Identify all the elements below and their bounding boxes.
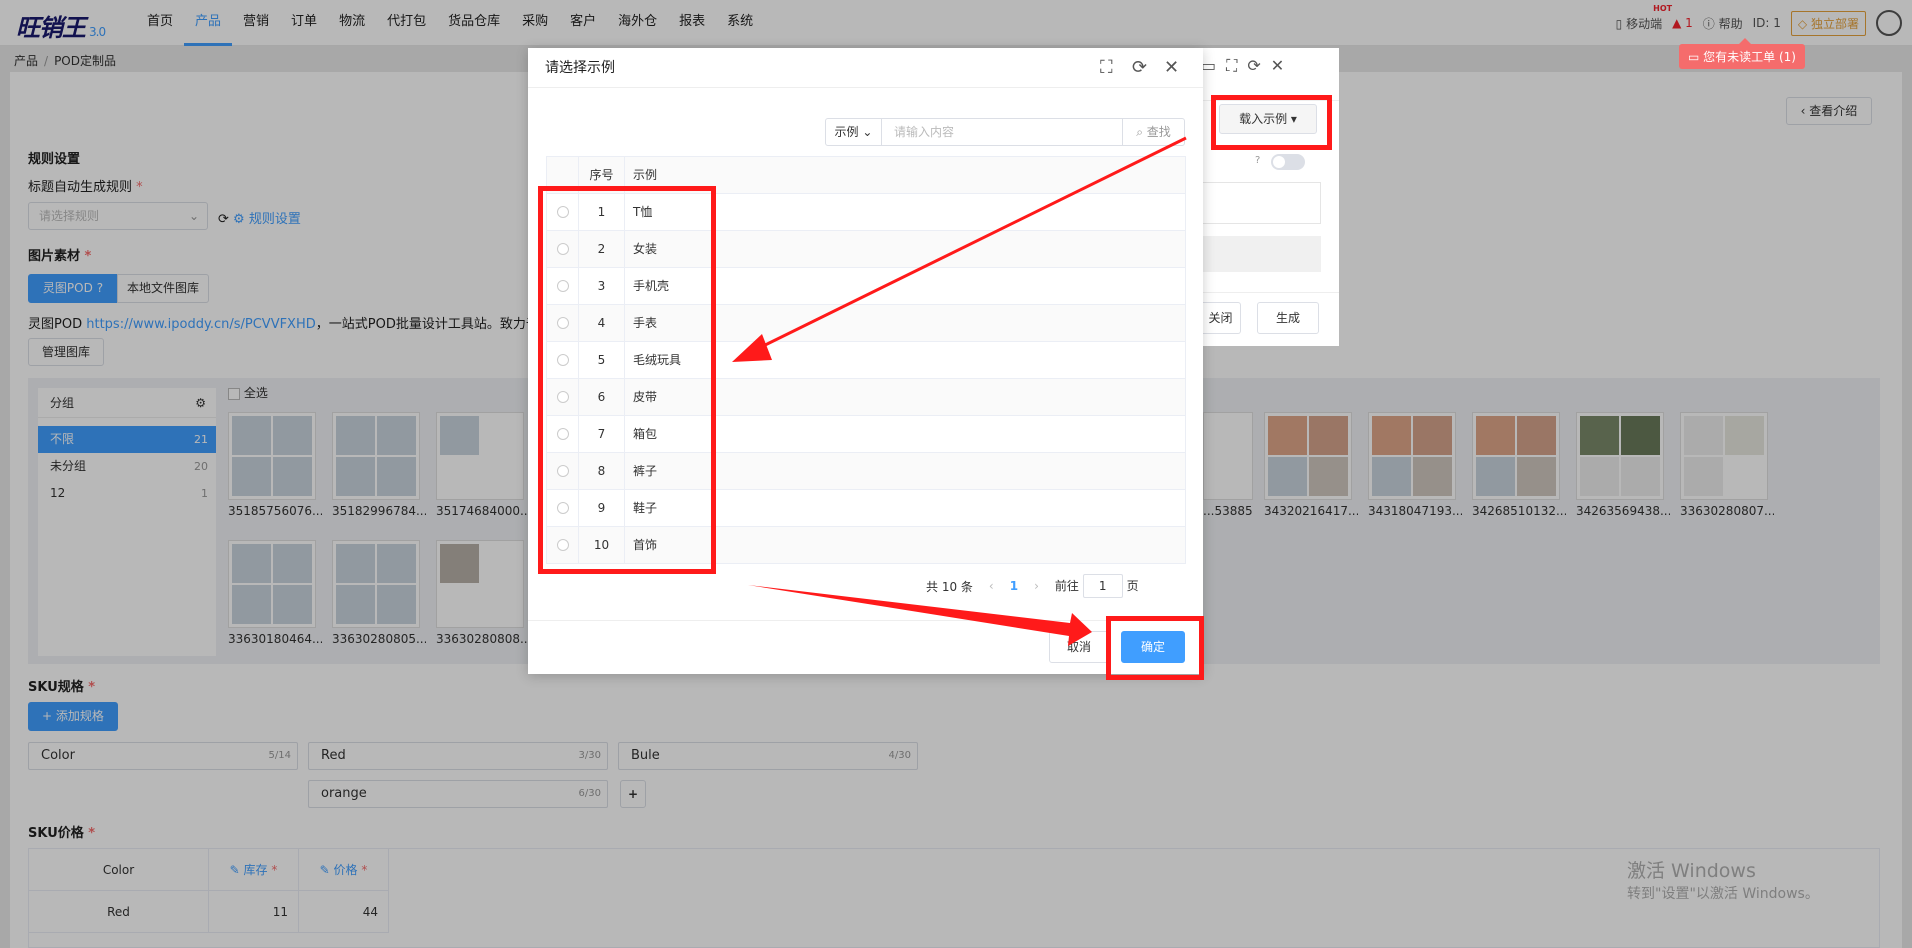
- toggle-knob: [1273, 156, 1285, 168]
- search-icon: ⌕: [1136, 125, 1143, 139]
- close-button[interactable]: 关闭: [1201, 302, 1241, 334]
- total-count: 共 10 条: [926, 579, 973, 594]
- info-bar: [1195, 236, 1321, 272]
- toggle-switch[interactable]: [1271, 154, 1305, 170]
- divider: [1195, 292, 1339, 293]
- search-bar: 示例 ⌄ 请输入内容 ⌕ 查找: [825, 118, 1185, 146]
- close-icon[interactable]: ✕: [1271, 56, 1294, 75]
- refresh-icon[interactable]: ⟳: [1132, 48, 1147, 88]
- chevron-down-icon: ⌄: [862, 125, 873, 139]
- search-type-value: 示例: [834, 125, 859, 139]
- annotation-box-confirm: [1106, 616, 1204, 680]
- message-icon: ▭: [1688, 50, 1700, 64]
- fullscreen-icon[interactable]: ⛶: [1100, 48, 1113, 88]
- next-page-icon[interactable]: ›: [1034, 579, 1039, 593]
- background-window: ▭⛶⟳✕ 载入示例 ▾ ? 关闭 生成: [1195, 48, 1339, 346]
- annotation-box-example-list: [538, 186, 716, 574]
- cancel-button[interactable]: 取消: [1049, 631, 1109, 663]
- refresh-icon[interactable]: ⟳: [1247, 56, 1270, 75]
- search-button[interactable]: ⌕ 查找: [1122, 119, 1184, 145]
- fullscreen-icon[interactable]: ⛶: [1226, 56, 1247, 75]
- question-icon: ?: [1255, 155, 1261, 166]
- pagination: 共 10 条 ‹ 1 › 前往 1 页: [926, 574, 1139, 598]
- video-icon[interactable]: ▭: [1201, 56, 1226, 75]
- window-controls: ▭⛶⟳✕: [1201, 56, 1294, 76]
- generate-button[interactable]: 生成: [1257, 302, 1319, 334]
- close-icon[interactable]: ✕: [1164, 48, 1179, 88]
- annotation-box-load-example: [1211, 95, 1332, 150]
- search-button-label: 查找: [1146, 125, 1171, 139]
- goto-page: 前往 1 页: [1055, 574, 1139, 598]
- dialog-footer: [528, 620, 1203, 621]
- search-type-select[interactable]: 示例 ⌄: [826, 119, 882, 145]
- search-input[interactable]: 请输入内容: [882, 119, 1122, 145]
- goto-suffix: 页: [1126, 579, 1139, 593]
- notice-label: 您有未读工单 (1): [1703, 50, 1796, 64]
- unread-ticket-notice[interactable]: ▭ 您有未读工单 (1): [1679, 38, 1805, 69]
- dialog-title: 请选择示例: [545, 60, 615, 76]
- textarea[interactable]: [1195, 182, 1321, 224]
- current-page[interactable]: 1: [1010, 579, 1018, 593]
- goto-prefix: 前往: [1054, 579, 1079, 593]
- prev-page-icon[interactable]: ‹: [989, 579, 994, 593]
- goto-page-input[interactable]: 1: [1082, 574, 1123, 598]
- dialog-header: 请选择示例 ⛶ ⟳ ✕: [528, 48, 1203, 88]
